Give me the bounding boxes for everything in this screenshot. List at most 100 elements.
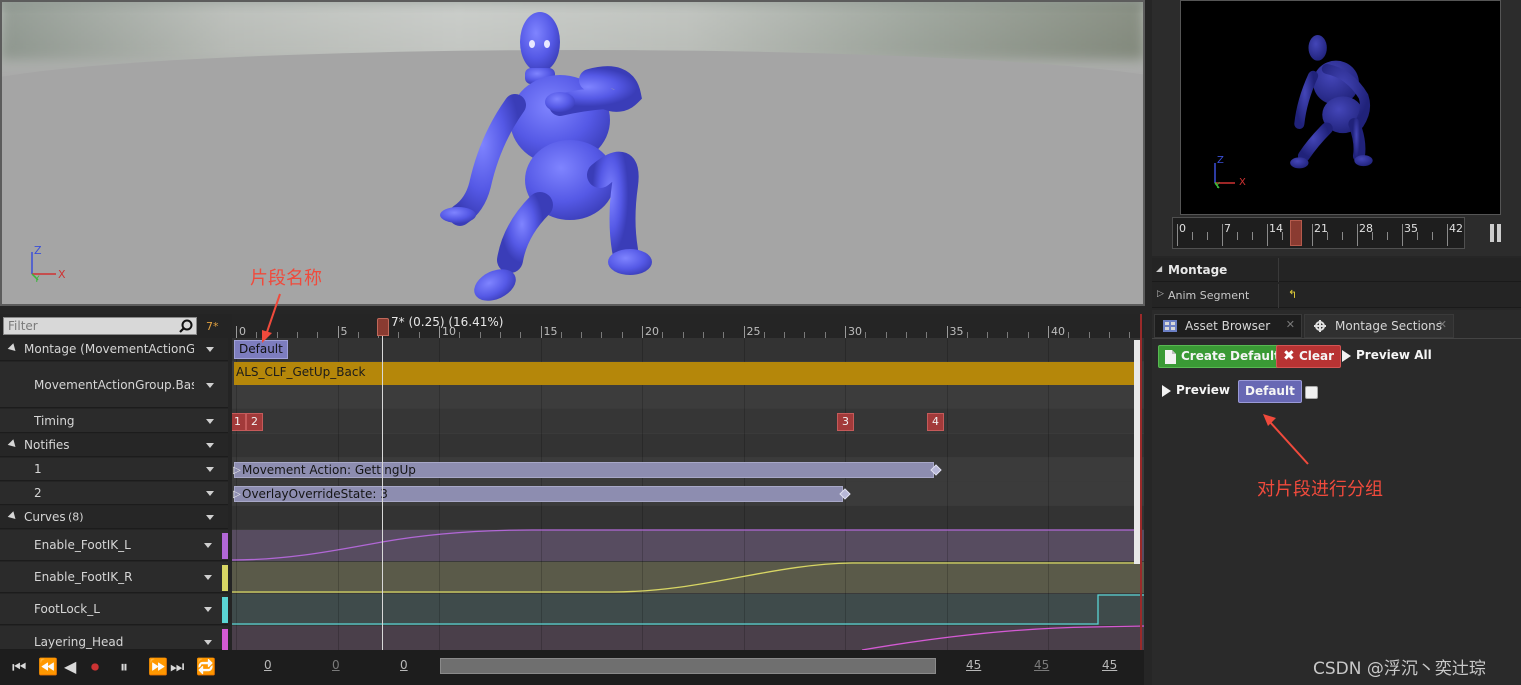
playback-end-value[interactable]: 45 [1102,658,1117,672]
details-montage-label: Montage [1168,263,1228,277]
preview-all-button[interactable]: Preview All [1336,345,1438,368]
track-timing[interactable]: Timing [0,409,228,433]
track-filter-input[interactable]: Filter [3,317,197,335]
loop-icon[interactable]: 🔁 [196,657,216,677]
create-default-button[interactable]: Create Default [1158,345,1287,368]
notify-state-movement-action[interactable]: Movement Action: GettingUp [234,462,934,478]
step-back-icon[interactable]: ⏪ [38,657,58,677]
view-end-value[interactable]: 45 [1034,658,1049,672]
notify-start-handle-icon[interactable]: ▷ [233,465,241,476]
notify-state-overlay-override[interactable]: OverlayOverrideState: 3 [234,486,843,502]
track-montage[interactable]: Montage (MovementActionGro [0,338,228,361]
track-curve-item[interactable]: Enable_FootIK_R [0,562,228,593]
close-icon[interactable]: ✕ [1286,318,1295,331]
details-anim-segment-row[interactable]: ▷ Anim Segment ↰ [1152,284,1521,308]
preview-viewport[interactable]: Z X Y [1180,0,1501,215]
timing-marker[interactable]: 3 [837,413,854,431]
chevron-down-icon[interactable] [206,382,214,388]
current-frame-value[interactable]: 0 [400,658,408,672]
details-montage-row[interactable]: ◢ Montage [1152,258,1521,282]
playhead-line [382,336,383,650]
preview-timeline-scrubber[interactable]: 0 7 14 21 28 35 42 [1172,217,1465,249]
collapse-triangle-icon[interactable] [7,511,19,522]
curve-label: Layering_Head [34,635,124,649]
main-viewport[interactable]: Z X Y [0,0,1145,306]
details-splitter[interactable] [1278,284,1279,308]
track-curve-item[interactable]: Layering_Head [0,626,228,650]
go-to-start-icon[interactable]: ⏮ [12,657,26,677]
annotation-section-name: 片段名称 [250,268,322,289]
chevron-down-icon[interactable] [206,467,214,472]
anim-segment-bar[interactable]: ALS_CLF_GetUp_Back [234,362,1134,385]
search-icon[interactable] [179,319,193,333]
viewport-border [0,0,1145,306]
section-default-chip[interactable]: Default [1238,380,1302,403]
mini-minor-tick [1387,232,1388,240]
preview-section-button[interactable]: Preview [1156,380,1236,403]
preview-playhead[interactable] [1290,220,1302,246]
curve-label: Enable_FootIK_L [34,538,131,552]
timing-marker[interactable]: 1 [232,413,246,431]
details-splitter[interactable] [1278,258,1279,282]
track-curve-item[interactable]: Enable_FootIK_L [0,530,228,561]
curve-label: Enable_FootIK_R [34,570,133,584]
mini-tick [1357,224,1358,246]
chevron-down-icon[interactable] [204,543,212,548]
track-slot-label: MovementActionGroup.BaseL [34,377,194,392]
mini-tick-label: 35 [1404,222,1418,235]
track-curves[interactable]: Curves (8) [0,506,228,529]
mini-minor-tick [1192,232,1193,240]
chevron-down-icon[interactable] [206,347,214,352]
axis-z-label: Z [1217,155,1224,166]
timing-marker[interactable]: 2 [246,413,263,431]
chevron-down-icon[interactable] [206,418,214,424]
chevron-down-icon[interactable] [204,607,212,612]
track-notify-1[interactable]: 1 [0,458,228,481]
chevron-down-icon[interactable] [206,491,214,496]
range-start-value[interactable]: 0 [264,658,272,672]
curve-color-swatch [222,629,228,650]
record-icon[interactable]: ⏺ [91,657,99,677]
chevron-down-icon[interactable] [204,640,212,645]
track-montage-label: Montage (MovementActionGro [24,342,194,356]
step-forward-icon[interactable]: ⏩ [148,657,168,677]
montage-timeline[interactable]: 0 5 10 15 20 25 30 35 40 Default ALS_CLF_GetUp_B… [232,314,1144,650]
track-slot[interactable]: MovementActionGroup.BaseL [0,362,228,408]
annotation-group-sections: 对片段进行分组 [1257,479,1383,500]
track-curves-count: (8) [68,510,84,524]
montage-sections-icon [1314,320,1326,332]
mini-minor-tick [1342,232,1343,240]
chevron-down-icon[interactable] [206,443,214,448]
track-notify-1-label: 1 [34,462,42,476]
curve-label: FootLock_L [34,602,100,616]
timeline-horizontal-scrollbar[interactable] [440,658,936,674]
section-loop-checkbox[interactable] [1305,386,1318,399]
notify-start-handle-icon[interactable]: ▷ [233,489,241,500]
tab-asset-browser[interactable]: Asset Browser ✕ [1154,314,1302,338]
collapse-triangle-icon[interactable] [7,439,19,450]
montage-section-default[interactable]: Default [234,340,288,359]
track-notify-2[interactable]: 2 [0,482,228,505]
preview-mannequin [1290,35,1373,169]
close-icon[interactable]: ✕ [1438,318,1447,331]
go-to-end-icon[interactable]: ⏭ [170,657,184,677]
chevron-down-icon[interactable] [206,515,214,520]
playhead-handle[interactable] [377,318,389,336]
chevron-down-icon[interactable] [204,575,212,580]
timing-marker[interactable]: 4 [927,413,944,431]
play-reverse-icon[interactable]: ◀ [64,657,76,677]
clear-button[interactable]: ✖ Clear [1276,345,1342,368]
range-end-value[interactable]: 45 [966,658,981,672]
track-notifies[interactable]: Notifies [0,434,228,457]
track-curve-item[interactable]: FootLock_L [0,594,228,625]
mini-tick [1447,224,1448,246]
mini-minor-tick [1417,232,1418,240]
tab-montage-sections[interactable]: Montage Sections ✕ [1304,314,1454,338]
view-start-value[interactable]: 0 [332,658,340,672]
reset-arrow-icon[interactable]: ↰ [1288,288,1297,301]
collapse-triangle-icon[interactable]: ◢ [1156,264,1162,273]
preview-pause-icon[interactable] [1490,224,1502,242]
pause-icon[interactable]: ⏸ [120,657,128,677]
expand-triangle-icon[interactable]: ▷ [1157,289,1164,299]
collapse-triangle-icon[interactable] [7,343,19,354]
